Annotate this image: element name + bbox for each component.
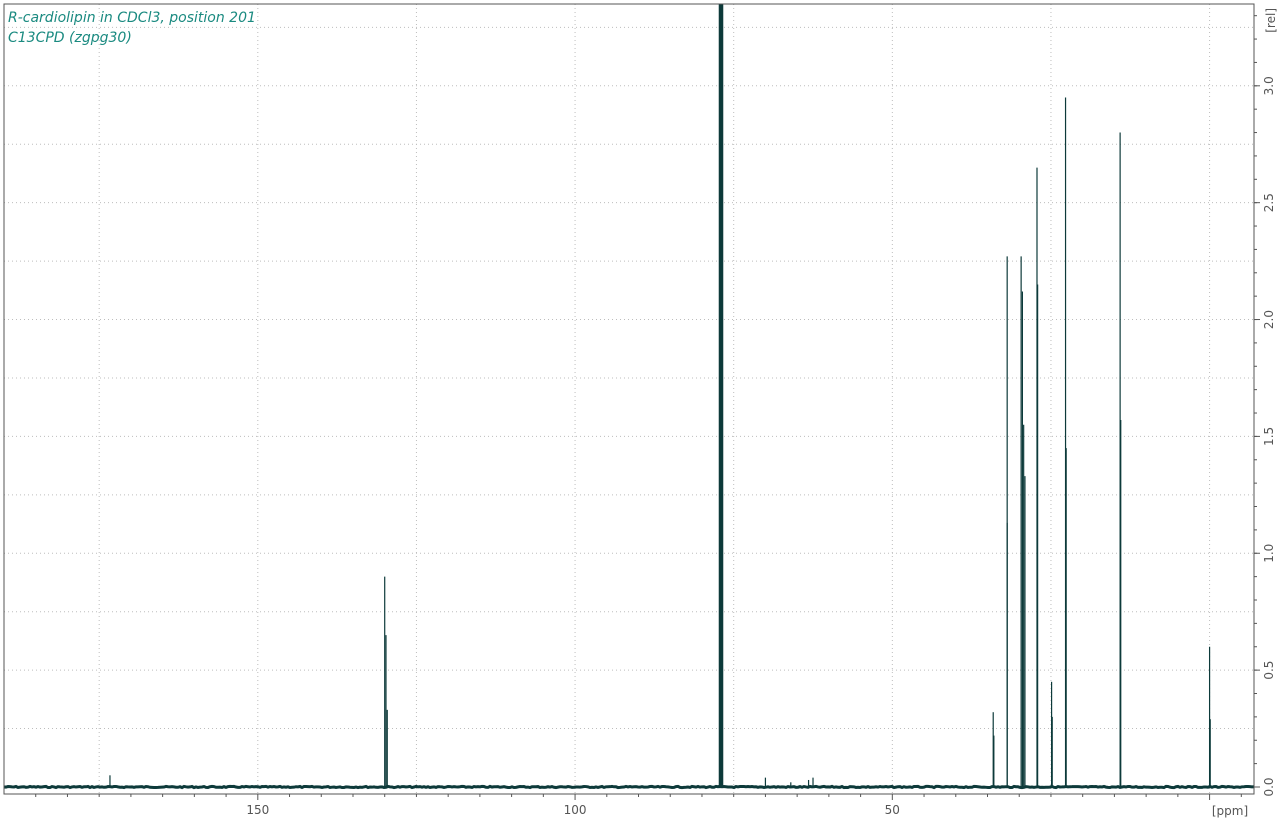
title-block: R-cardiolipin in CDCl3, position 201 C13… xyxy=(8,10,256,46)
y-tick-label: 0.5 xyxy=(1262,661,1276,680)
axes: 0.0 0.5 1.0 1.5 2.0 2.5 3.0 150 100 50 [rel] [pp… xyxy=(3,3,1278,818)
y-tick-label: 3.0 xyxy=(1262,76,1276,95)
y-tick-label: 1.5 xyxy=(1262,427,1276,446)
y-tick-label: 2.5 xyxy=(1262,193,1276,212)
y-tick-label: 0.0 xyxy=(1262,777,1276,796)
x-tick-label: 150 xyxy=(246,803,269,817)
x-unit-label: [ppm] xyxy=(1212,804,1248,818)
x-tick-label: 100 xyxy=(564,803,587,817)
y-tick-label: 1.0 xyxy=(1262,544,1276,563)
y-tick-label: 2.0 xyxy=(1262,310,1276,329)
x-axis: 150 100 50 xyxy=(35,794,1242,817)
y-axis: 0.0 0.5 1.0 1.5 2.0 2.5 3.0 xyxy=(1254,15,1276,797)
nmr-spectrum-chart: 0.0 0.5 1.0 1.5 2.0 2.5 3.0 150 100 50 [rel] [pp… xyxy=(3,3,1278,818)
y-unit-label: [rel] xyxy=(1264,8,1278,33)
chart-subtitle: C13CPD (zgpg30) xyxy=(8,30,132,46)
chart-title: R-cardiolipin in CDCl3, position 201 xyxy=(8,10,256,26)
x-tick-label: 50 xyxy=(885,803,900,817)
